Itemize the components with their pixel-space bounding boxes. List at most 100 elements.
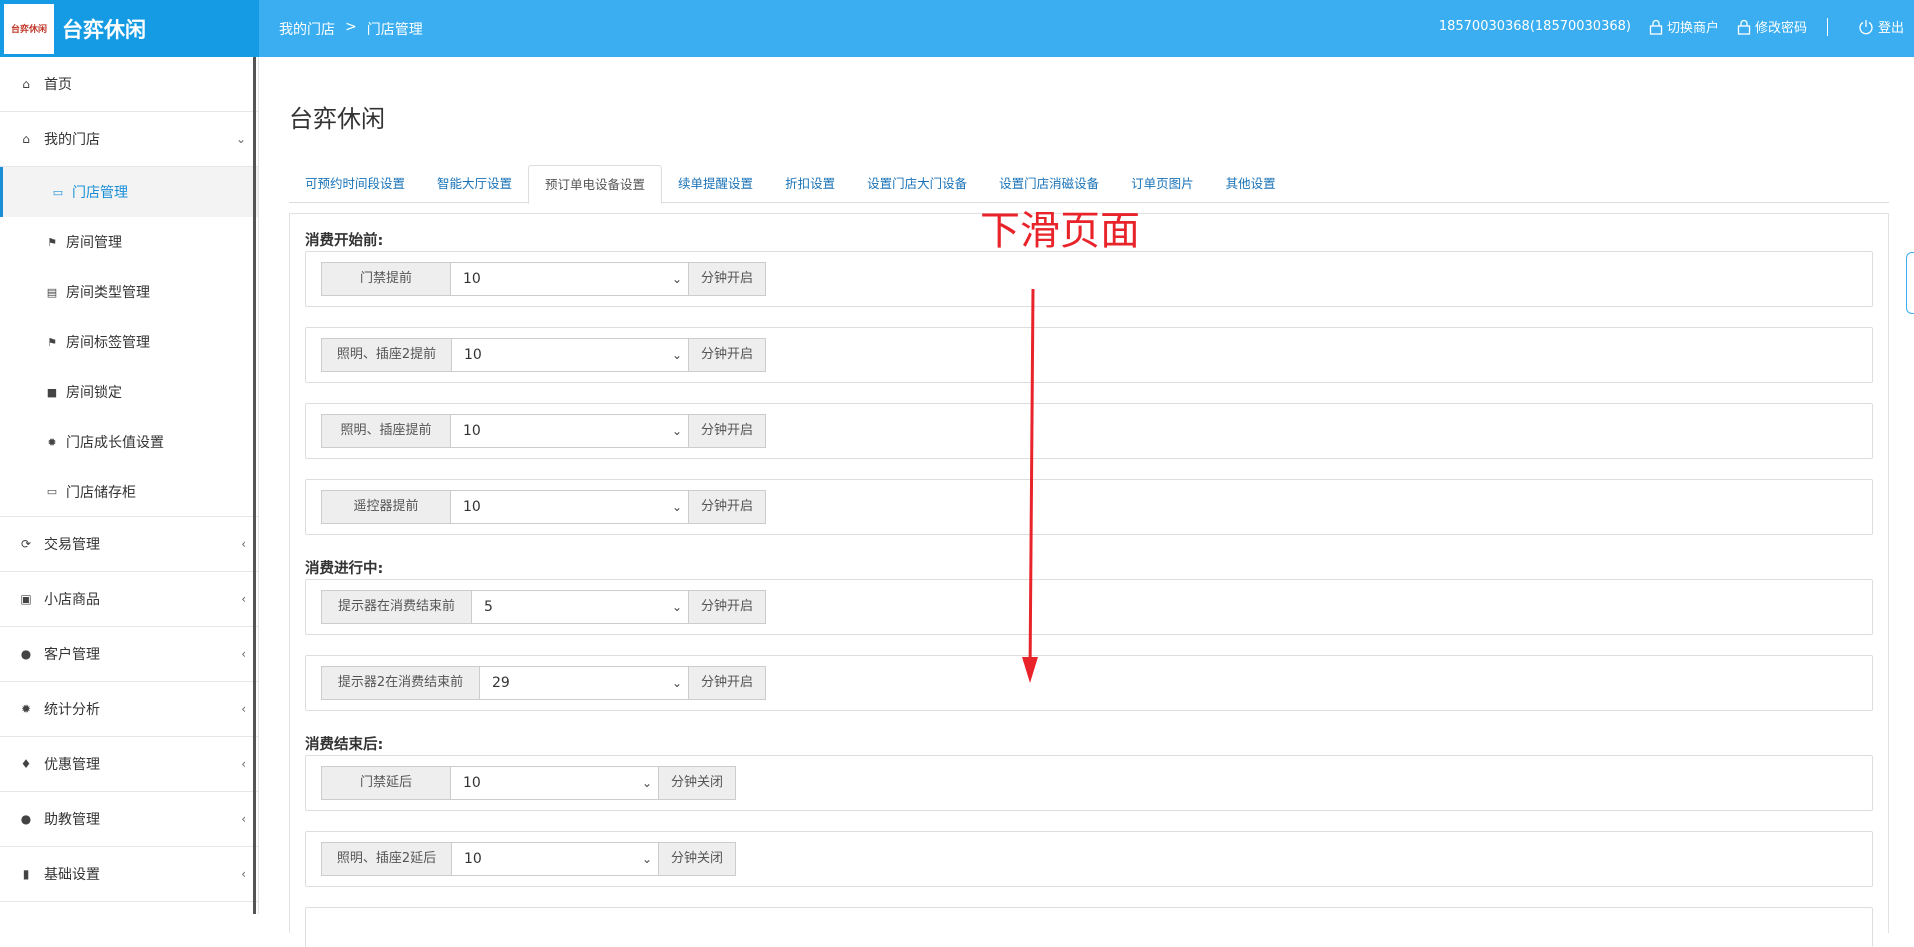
sidebar-item-label: 优惠管理 (44, 757, 100, 773)
tab-reservation-devices[interactable]: 预订单电设备设置 (528, 165, 663, 204)
tab-discount[interactable]: 折扣设置 (769, 165, 851, 203)
divider (1826, 17, 1828, 36)
sidebar-item-label: 小店商品 (44, 592, 100, 608)
setting-label: 门禁提前 (321, 262, 451, 296)
setting-row: 门禁提前 10 ⌄ 分钟开启 (305, 251, 1873, 307)
logout-button[interactable]: 登出 (1858, 17, 1904, 36)
setting-suffix: 分钟开启 (689, 590, 767, 624)
sidebar-item-shop-goods[interactable]: ▣ 小店商品 ‹ (0, 572, 258, 627)
chevron-left-icon: ‹ (241, 592, 246, 606)
sidebar-item-label: 助教管理 (44, 812, 100, 828)
sidebar-subitem-growth[interactable]: ✹ 门店成长值设置 (0, 417, 258, 467)
minutes-select[interactable]: 10 ⌄ (452, 842, 659, 876)
breadcrumb-separator: > (345, 19, 357, 35)
floating-side-tab[interactable] (1906, 252, 1914, 314)
setting-row: 提示器2在消费结束前 29 ⌄ 分钟开启 (305, 655, 1873, 711)
chevron-down-icon: ⌄ (641, 776, 652, 790)
sidebar-item-label: 客户管理 (44, 647, 100, 663)
home-icon: ⌂ (22, 132, 30, 146)
sidebar-item-statistics[interactable]: ✹ 统计分析 ‹ (0, 682, 258, 737)
setting-suffix: 分钟关闭 (659, 842, 737, 876)
setting-suffix: 分钟开启 (689, 414, 767, 448)
barcode-icon: ▮ (22, 867, 30, 881)
bookmark-icon: ⚑ (47, 335, 57, 349)
setting-label: 提示器2在消费结束前 (321, 666, 480, 700)
minutes-select[interactable]: 29 ⌄ (480, 666, 689, 700)
setting-row: 提示器在消费结束前 5 ⌄ 分钟开启 (305, 579, 1873, 635)
setting-label: 照明、插座2提前 (321, 338, 452, 372)
logo-text: 台弈休闲 (10, 25, 47, 35)
chevron-down-icon: ⌄ (235, 132, 246, 146)
select-value: 10 (464, 347, 482, 363)
input-group: 照明、插座提前 10 ⌄ 分钟开启 (321, 414, 767, 448)
minutes-select[interactable]: 10 ⌄ (451, 490, 689, 524)
sidebar-item-coaches[interactable]: ● 助教管理 ‹ (0, 792, 258, 847)
flag-icon: ⚑ (47, 235, 57, 249)
chevron-down-icon: ⌄ (671, 676, 682, 690)
setting-row: 照明、插座2延后 10 ⌄ 分钟关闭 (305, 831, 1873, 887)
setting-row: 照明、插座提前 10 ⌄ 分钟开启 (305, 403, 1873, 459)
select-value: 10 (464, 851, 482, 867)
sidebar: ⌂ 首页 ⌂ 我的门店 ⌄ ▭ 门店管理 ⚑ 房间管理 ▤ 房间类型管理 ⚑ 房… (0, 57, 259, 914)
minutes-select[interactable]: 10 ⌄ (452, 338, 689, 372)
setting-row: 门禁延后 10 ⌄ 分钟关闭 (305, 755, 1873, 811)
chevron-left-icon: ‹ (241, 757, 246, 771)
sidebar-subitem-room-tags[interactable]: ⚑ 房间标签管理 (0, 317, 258, 367)
select-value: 10 (463, 499, 481, 515)
sidebar-subitem-room-lock[interactable]: ■ 房间锁定 (0, 367, 258, 417)
sidebar-item-label: 统计分析 (44, 702, 100, 718)
sidebar-subitem-label: 房间类型管理 (66, 285, 150, 301)
section-title: 消费结束后: (305, 737, 384, 753)
minutes-select[interactable]: 10 ⌄ (451, 262, 689, 296)
setting-row: 照明、插座2提前 10 ⌄ 分钟开启 (305, 327, 1873, 383)
minutes-select[interactable]: 10 ⌄ (451, 414, 689, 448)
sidebar-scrollbar[interactable] (253, 57, 256, 914)
select-value: 29 (492, 675, 510, 691)
sidebar-subitem-room-type[interactable]: ▤ 房间类型管理 (0, 267, 258, 317)
switch-merchant-button[interactable]: 切换商户 (1649, 17, 1719, 36)
main-content: 台弈休闲 可预约时间段设置 智能大厅设置 预订单电设备设置 续单提醒设置 折扣设… (260, 57, 1914, 947)
minutes-select[interactable]: 5 ⌄ (472, 590, 689, 624)
sidebar-subitem-storage[interactable]: ▭ 门店储存柜 (0, 467, 258, 517)
chevron-down-icon: ⌄ (671, 272, 682, 286)
chevron-down-icon: ⌄ (671, 600, 682, 614)
breadcrumb-my-store[interactable]: 我的门店 (279, 19, 335, 39)
sidebar-item-transactions[interactable]: ⟳ 交易管理 ‹ (0, 517, 258, 572)
list-icon: ▤ (46, 285, 58, 299)
sidebar-subitem-store-management[interactable]: ▭ 门店管理 (0, 167, 258, 217)
setting-suffix: 分钟开启 (689, 262, 767, 296)
sidebar-subitem-room-management[interactable]: ⚑ 房间管理 (0, 217, 258, 267)
setting-label: 门禁延后 (321, 766, 451, 800)
sidebar-item-customers[interactable]: ● 客户管理 ‹ (0, 627, 258, 682)
gift-icon: ▣ (20, 592, 32, 606)
settings-panel: 消费开始前: 门禁提前 10 ⌄ 分钟开启 照明、插座2提前 10 ⌄ 分钟开启 照… (289, 213, 1889, 947)
breadcrumb-store-management[interactable]: 门店管理 (367, 19, 423, 39)
brand[interactable]: 台弈休闲 台弈休闲 (0, 0, 259, 57)
tab-bookable-time[interactable]: 可预约时间段设置 (289, 165, 421, 203)
chevron-left-icon: ‹ (241, 867, 246, 881)
sidebar-item-promotions[interactable]: ♦ 优惠管理 ‹ (0, 737, 258, 792)
sidebar-subitem-label: 房间标签管理 (66, 335, 150, 351)
sidebar-subitem-label: 房间管理 (66, 235, 122, 251)
change-password-label: 修改密码 (1754, 21, 1807, 36)
chevron-left-icon: ‹ (241, 647, 246, 661)
tab-other[interactable]: 其他设置 (1210, 165, 1292, 203)
refresh-icon: ⟳ (20, 537, 32, 551)
minutes-select[interactable]: 10 ⌄ (451, 766, 659, 800)
scroll-annotation-text: 下滑页面 (980, 208, 1140, 254)
switch-merchant-label: 切换商户 (1666, 21, 1719, 36)
sidebar-item-basic-settings[interactable]: ▮ 基础设置 ‹ (0, 847, 258, 902)
setting-row: 遥控器提前 10 ⌄ 分钟开启 (305, 479, 1873, 535)
tab-smart-hall[interactable]: 智能大厅设置 (421, 165, 528, 203)
input-group: 照明、插座2提前 10 ⌄ 分钟开启 (321, 338, 767, 372)
brand-logo: 台弈休闲 (4, 3, 54, 54)
sidebar-item-home[interactable]: ⌂ 首页 (0, 57, 258, 112)
logout-label: 登出 (1877, 21, 1904, 36)
top-right-actions: 18570030368(18570030368) 切换商户 修改密码 登出 (1439, 17, 1904, 36)
inbox-icon: ▭ (46, 485, 58, 498)
change-password-button[interactable]: 修改密码 (1737, 17, 1807, 36)
tab-door-device[interactable]: 设置门店大门设备 (851, 165, 983, 203)
tab-renewal-reminder[interactable]: 续单提醒设置 (662, 165, 769, 203)
sidebar-item-my-store[interactable]: ⌂ 我的门店 ⌄ (0, 112, 258, 167)
setting-row (305, 907, 1873, 947)
